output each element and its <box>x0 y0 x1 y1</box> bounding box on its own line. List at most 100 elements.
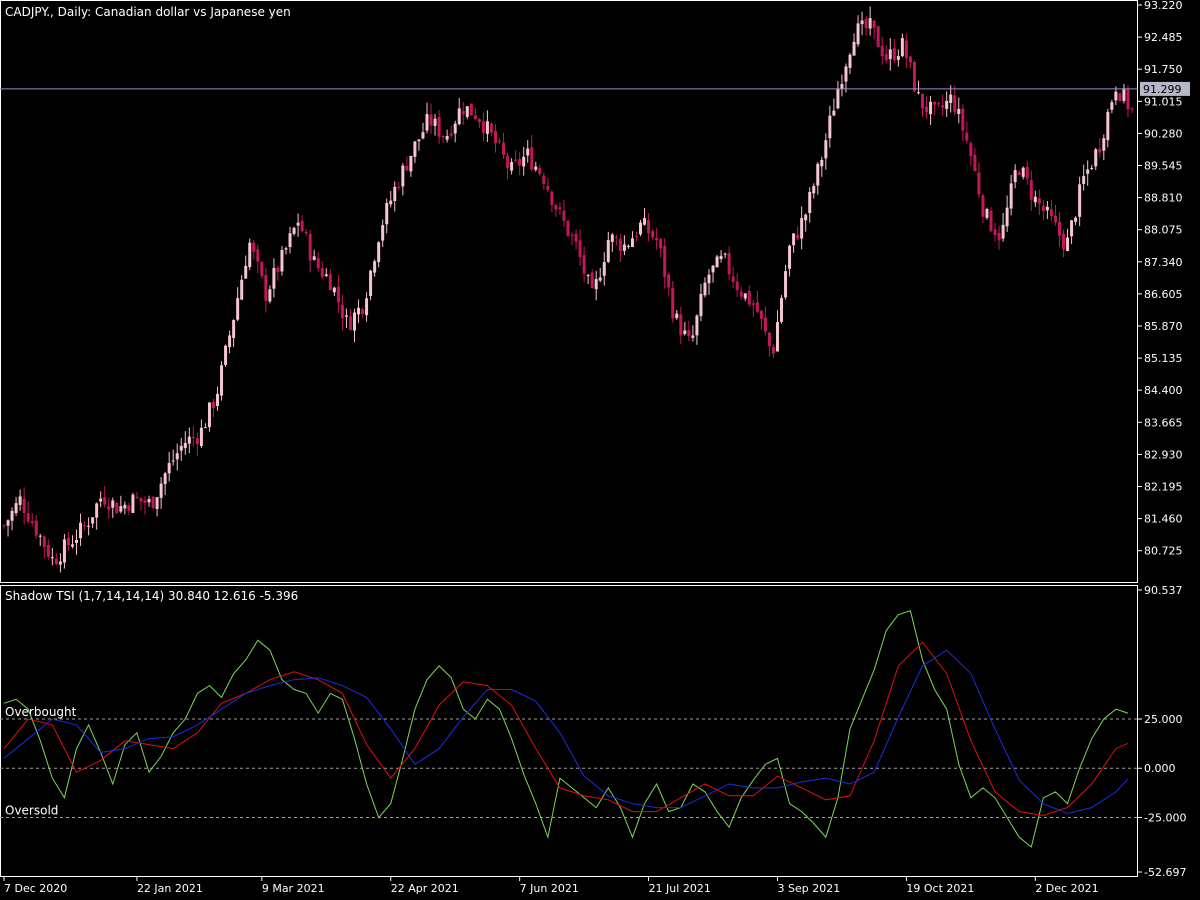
candle-body <box>916 92 920 94</box>
candle-body <box>792 233 796 246</box>
candle-body <box>618 239 622 251</box>
candle-body <box>167 462 171 474</box>
candle-body <box>1122 88 1126 101</box>
candle-body <box>699 294 703 317</box>
candle-body <box>1017 172 1021 175</box>
candle-body <box>224 345 228 365</box>
candle-body <box>58 561 62 565</box>
price-tick-label: 89.545 <box>1144 160 1183 173</box>
candle-body <box>135 496 139 498</box>
price-tick-label: 83.665 <box>1144 416 1183 429</box>
candle-body <box>203 427 207 429</box>
candle-body <box>643 218 647 225</box>
candle-body <box>485 121 489 134</box>
candle-body <box>361 309 365 314</box>
date-tick-label: 21 Jul 2021 <box>649 882 711 895</box>
candle-body <box>961 108 965 131</box>
candle-body <box>973 154 977 171</box>
candle-body <box>711 265 715 273</box>
current-price-label-text: 91.299 <box>1143 83 1182 96</box>
candle-body <box>518 159 522 166</box>
candle-body <box>836 89 840 109</box>
candle-body <box>981 195 985 217</box>
date-tick-label: 7 Jun 2021 <box>520 882 579 895</box>
candle-body <box>232 320 236 338</box>
candle-body <box>820 159 824 167</box>
candle-body <box>816 163 820 186</box>
candle-body <box>91 517 95 524</box>
candle-body <box>824 140 828 159</box>
candle-body <box>1110 102 1114 110</box>
candle-body <box>228 335 232 348</box>
candle-body <box>425 114 429 131</box>
candle-body <box>171 460 175 462</box>
candle-body <box>38 535 42 537</box>
candle-body <box>929 101 933 115</box>
candle-body <box>933 101 937 105</box>
candle-body <box>292 227 296 234</box>
candle-body <box>175 453 179 460</box>
candle-body <box>288 233 292 247</box>
candle-body <box>22 498 26 513</box>
candle-body <box>578 240 582 258</box>
candle-body <box>183 443 187 449</box>
candle-body <box>502 142 506 155</box>
candle-body <box>546 186 550 190</box>
candle-body <box>808 191 812 213</box>
price-tick-label: 93.220 <box>1144 0 1183 12</box>
candle-body <box>888 49 892 59</box>
candle-body <box>1013 170 1017 183</box>
candle-body <box>1033 196 1037 203</box>
candle-body <box>373 261 377 273</box>
price-tick-label: 88.075 <box>1144 224 1183 237</box>
candle-body <box>957 108 961 114</box>
candle-body <box>997 232 1001 241</box>
candle-body <box>727 253 731 275</box>
candle-body <box>719 255 723 260</box>
candle-body <box>775 322 779 352</box>
indicator-tick-label: 0.000 <box>1144 762 1176 775</box>
candle-body <box>969 143 973 156</box>
candle-body <box>848 54 852 68</box>
candle-body <box>606 240 610 262</box>
candle-body <box>614 237 618 239</box>
candle-body <box>872 20 876 28</box>
price-tick-label: 85.870 <box>1144 320 1183 333</box>
candle-body <box>610 234 614 242</box>
candle-body <box>1021 167 1025 177</box>
candle-body <box>332 287 336 293</box>
candle-body <box>639 222 643 235</box>
candle-body <box>284 248 288 250</box>
indicator-tick-label: -25.000 <box>1144 811 1186 824</box>
candle-body <box>506 156 510 169</box>
candle-body <box>66 537 70 546</box>
candle-body <box>469 103 473 116</box>
candle-body <box>691 335 695 338</box>
candle-body <box>244 265 248 279</box>
candle-body <box>1074 217 1078 222</box>
candle-body <box>1045 206 1049 211</box>
candle-body <box>70 544 74 547</box>
candle-body <box>336 286 340 303</box>
candle-body <box>54 558 58 565</box>
candle-body <box>437 117 441 137</box>
candle-body <box>510 162 514 171</box>
candle-body <box>220 365 224 396</box>
candle-body <box>42 536 46 548</box>
candle-body <box>937 103 941 105</box>
candle-body <box>328 274 332 291</box>
candle-body <box>896 55 900 60</box>
price-tick-label: 92.485 <box>1144 31 1183 44</box>
date-tick-label: 7 Dec 2020 <box>4 882 67 895</box>
candle-body <box>405 165 409 171</box>
price-tick-label: 85.135 <box>1144 352 1183 365</box>
candle-body <box>489 123 493 133</box>
candle-body <box>1005 207 1009 227</box>
candle-body <box>240 279 244 300</box>
candle-body <box>304 231 308 234</box>
candle-body <box>780 298 784 322</box>
candle-body <box>715 256 719 268</box>
candle-body <box>800 218 804 239</box>
candle-body <box>912 62 916 92</box>
candle-body <box>417 139 421 142</box>
